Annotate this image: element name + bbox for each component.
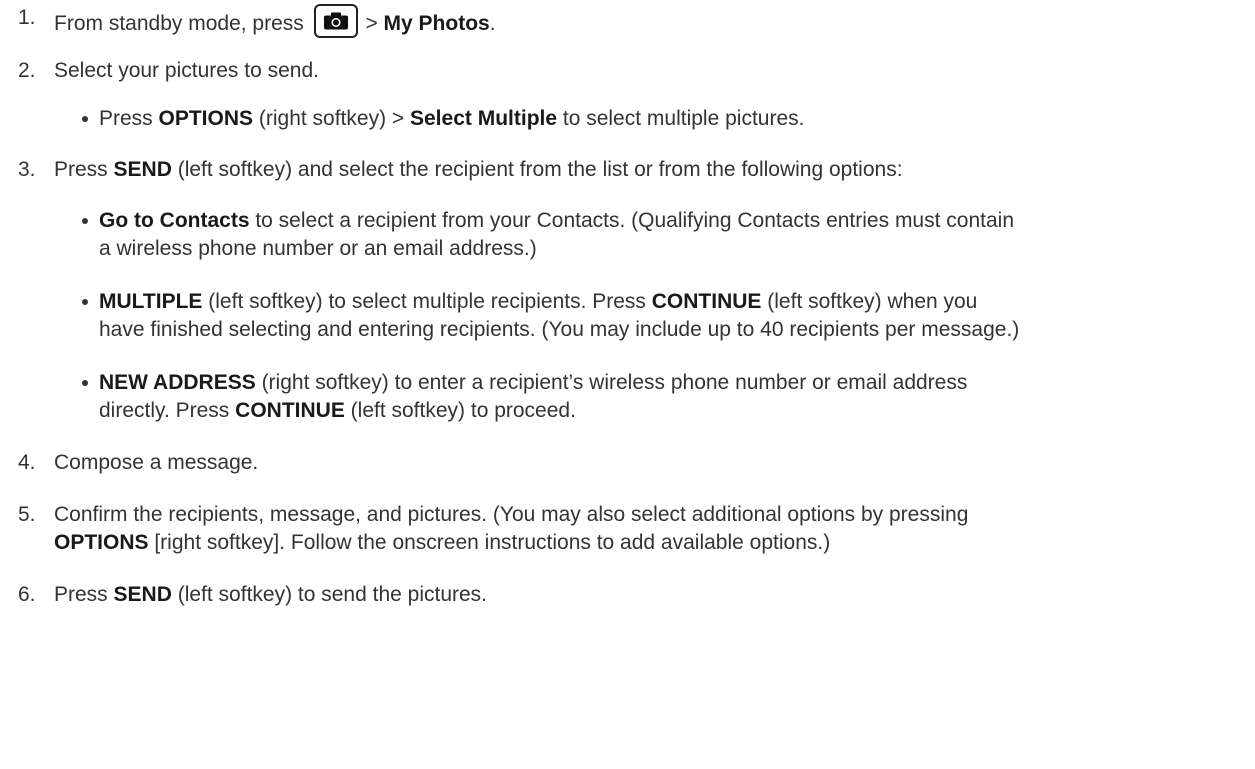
bullet-text: NEW ADDRESS (right softkey) to enter a r… [99,371,968,422]
step-text: Press SEND (left softkey) to send the pi… [54,583,488,606]
step-number: 2. [18,59,36,82]
step-number: 1. [18,6,36,29]
options-label: OPTIONS [54,531,149,554]
step-number: 5. [18,503,36,526]
step-text-pre: From standby mode, press [54,12,310,35]
step-text-end: . [489,12,496,35]
step-text: Press SEND (left softkey) and select the… [54,158,903,181]
step-number: 4. [18,451,36,474]
step-text-sep: > [359,12,384,35]
new-address-label: NEW ADDRESS [99,371,256,394]
step-text: From standby mode, press > My Photos. [54,4,1245,38]
options-label: OPTIONS [158,107,254,130]
go-to-contacts-label: Go to Contacts [99,209,250,232]
step-number: 3. [18,158,36,181]
send-label: SEND [113,158,172,181]
select-multiple-label: Select Multiple [410,107,558,130]
bullet-dot [82,299,88,305]
bullet-dot [82,116,88,122]
bullet-dot [82,380,88,386]
bullet-text: Press OPTIONS (right softkey) > Select M… [99,107,805,130]
my-photos-label: My Photos [383,12,490,35]
camera-icon [323,12,348,30]
step-text: Confirm the recipients, message, and pic… [54,503,969,554]
send-label: SEND [113,583,172,606]
instruction-document: 1. From standby mode, press > My Photos.… [0,0,1255,769]
continue-label: CONTINUE [235,399,345,422]
step-text: Select your pictures to send. [54,59,319,82]
bullet-text: MULTIPLE (left softkey) to select multip… [99,290,1020,341]
bullet-text: Go to Contacts to select a recipient fro… [99,209,1015,260]
step-number: 6. [18,583,36,606]
continue-label: CONTINUE [651,290,762,313]
camera-key [313,4,358,38]
multiple-label: MULTIPLE [99,290,203,313]
bullet-dot [82,218,88,224]
step-text: Compose a message. [54,451,259,474]
